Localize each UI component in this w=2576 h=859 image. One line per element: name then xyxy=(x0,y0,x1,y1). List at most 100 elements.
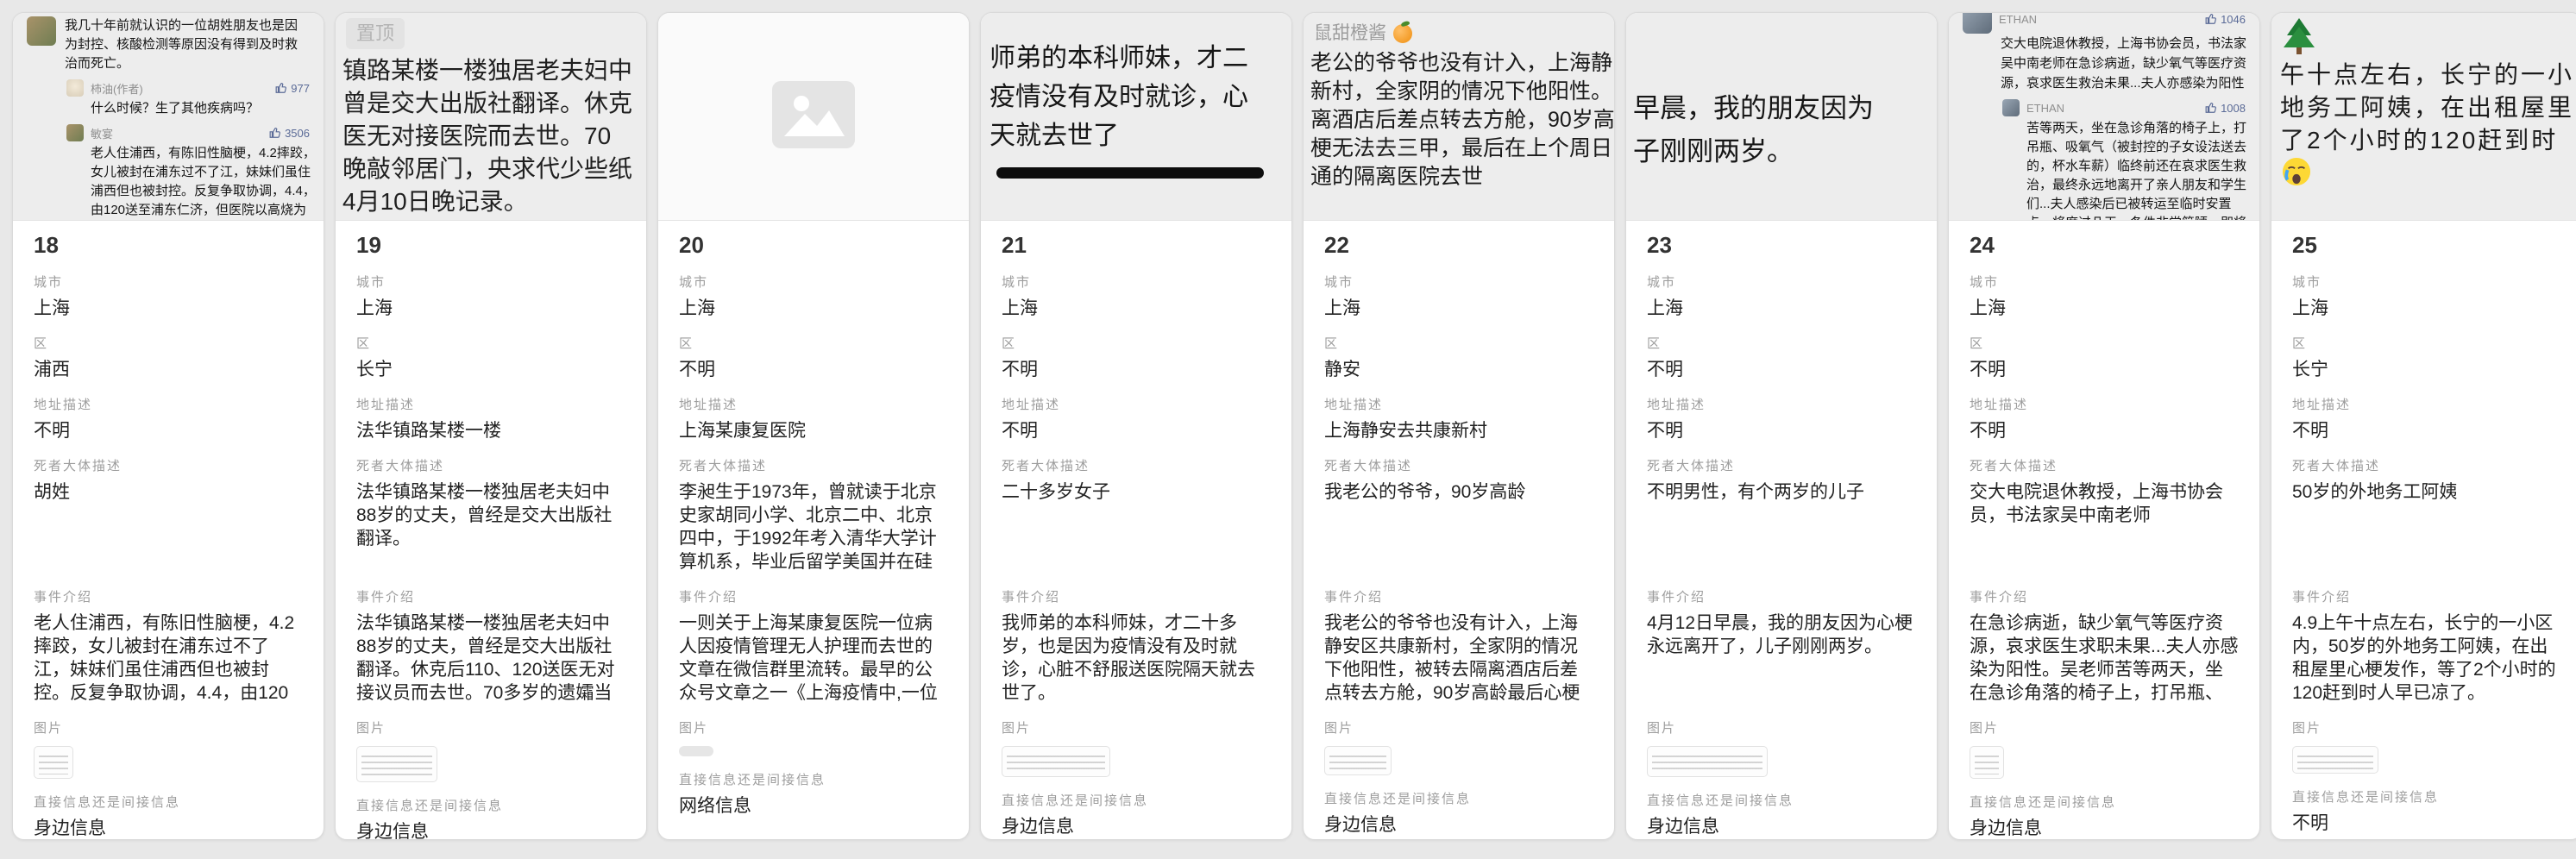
record-card[interactable]: 午十点左右，长宁的一小地务工阿姨，在出租屋里了2个小时的120赶到时25城市上海… xyxy=(2271,12,2576,840)
field-value-address: 上海某康复医院 xyxy=(679,419,948,442)
screenshot-big-text: 师弟的本科师妹，才二疫情没有及时就诊，心天就去世了 xyxy=(981,13,1291,179)
record-card[interactable]: 我几十年前就认识的一位胡姓朋友也是因为封控、核酸检测等原因没有得到及时救治而死亡… xyxy=(12,12,324,840)
field-value-direct: 身边信息 xyxy=(356,820,625,840)
field-label-event: 事件介绍 xyxy=(1324,589,1593,606)
field-label-district: 区 xyxy=(1002,335,1271,353)
field-value-event: 4月12日早晨，我的朋友因为心梗永远离开了，儿子刚刚两岁。 xyxy=(1647,611,1916,705)
record-image-preview[interactable]: 早晨，我的朋友因为子刚刚两岁。 xyxy=(1626,13,1937,221)
field-value-deceased: 胡姓 xyxy=(34,480,303,574)
field-value-address: 法华镇路某楼一楼 xyxy=(356,419,625,442)
field-label-deceased: 死者大体描述 xyxy=(679,458,948,475)
field-label-event: 事件介绍 xyxy=(1647,589,1916,606)
card-number: 20 xyxy=(679,231,948,259)
field-value-event: 我老公的爷爷也没有计入，上海静安区共康新村，全家阴的情况下他阳性，被转去隔离酒店… xyxy=(1324,611,1593,705)
record-image-preview[interactable]: 鼠甜橙酱老公的爷爷也没有计入，上海静新村，全家阴的情况下他阳性。离酒店后差点转去… xyxy=(1304,13,1614,221)
field-label-city: 城市 xyxy=(679,274,948,292)
screenshot-text-line: 了2个小时的120赶到时 xyxy=(2280,124,2576,157)
card-number: 19 xyxy=(356,231,625,259)
crying-face-icon xyxy=(2282,175,2311,190)
record-card[interactable]: 师弟的本科师妹，才二疫情没有及时就诊，心天就去世了21城市上海区不明地址描述不明… xyxy=(980,12,1292,840)
like-count: 3506 xyxy=(269,127,313,140)
attachment-thumbnail[interactable] xyxy=(1647,746,1768,777)
field-label-address: 地址描述 xyxy=(1970,397,2239,414)
attachment-thumbnail[interactable] xyxy=(1002,746,1110,777)
record-image-preview[interactable]: 午十点左右，长宁的一小地务工阿姨，在出租屋里了2个小时的120赶到时 xyxy=(2271,13,2576,221)
attachment-thumbnail[interactable] xyxy=(1970,746,2004,779)
field-value-event: 4.9上午十点左右，长宁的一小区内，50岁的外地务工阿姨，在出租屋里心梗发作，等… xyxy=(2292,611,2561,705)
record-image-preview[interactable]: 置顶镇路某楼一楼独居老夫妇中曾是交大出版社翻译。休克医无对接医院而去世。70晚敲… xyxy=(336,13,646,221)
card-number: 22 xyxy=(1324,231,1593,259)
field-value-direct: 身边信息 xyxy=(1002,815,1271,838)
screenshot-text-line: 午十点左右，长宁的一小 xyxy=(2280,59,2576,91)
field-label-address: 地址描述 xyxy=(1647,397,1916,414)
photo-avatar xyxy=(2002,99,2020,116)
screenshot-pinned-post: 置顶镇路某楼一楼独居老夫妇中曾是交大出版社翻译。休克医无对接医院而去世。70晚敲… xyxy=(336,13,646,218)
reply-text: 苦等两天，坐在急诊角落的椅子上，打吊瓶、吸氧气（被封控的子女设法送去的，杯水车薪… xyxy=(2026,119,2252,221)
thumbs-up-icon xyxy=(2205,13,2217,25)
field-value-deceased: 李昶生于1973年，曾就读于北京史家胡同小学、北京二中、北京四中，于1992年考… xyxy=(679,480,948,574)
comment-text: 交大电院退休教授，上海书协会员，书法家吴中南老师在急诊病逝，缺少氧气等医疗资源，… xyxy=(2001,34,2252,93)
record-image-preview[interactable]: 师弟的本科师妹，才二疫情没有及时就诊，心天就去世了 xyxy=(981,13,1291,221)
field-value-district: 长宁 xyxy=(356,358,625,381)
field-value-event: 在急诊病逝，缺少氧气等医疗资源，哀求医生求职未果...夫人亦感染为阳性。吴老师苦… xyxy=(1970,611,2239,705)
field-label-direct: 直接信息还是间接信息 xyxy=(1324,791,1593,808)
field-value-address: 不明 xyxy=(1970,419,2239,442)
field-label-city: 城市 xyxy=(356,274,625,292)
record-image-preview[interactable]: 我几十年前就认识的一位胡姓朋友也是因为封控、核酸检测等原因没有得到及时救治而死亡… xyxy=(13,13,324,221)
record-image-preview[interactable]: ETHAN1046交大电院退休教授，上海书协会员，书法家吴中南老师在急诊病逝，缺… xyxy=(1949,13,2259,221)
field-value-direct: 身边信息 xyxy=(34,817,303,840)
field-label-deceased: 死者大体描述 xyxy=(34,458,303,475)
screenshot-text-line: 通的隔离医院去世 xyxy=(1310,163,1614,191)
screenshot-text-line: 天就去世了 xyxy=(990,116,1291,155)
screenshot-text-line: 曾是交大出版社翻译。休克 xyxy=(342,87,646,120)
like-count-value: 1046 xyxy=(2221,13,2246,26)
field-label-address: 地址描述 xyxy=(1324,397,1593,414)
attachment-thumbnail[interactable] xyxy=(2292,746,2378,774)
record-card[interactable]: 早晨，我的朋友因为子刚刚两岁。23城市上海区不明地址描述不明死者大体描述不明男性… xyxy=(1625,12,1938,840)
commenter-name: 敏宴 xyxy=(91,125,113,141)
painting-avatar xyxy=(66,124,84,141)
screenshot-text-line: 疫情没有及时就诊，心 xyxy=(990,78,1291,116)
field-value-district: 不明 xyxy=(1647,358,1916,381)
card-number: 21 xyxy=(1002,231,1271,259)
field-label-event: 事件介绍 xyxy=(356,589,625,606)
record-card[interactable]: 20城市上海区不明地址描述上海某康复医院死者大体描述李昶生于1973年，曾就读于… xyxy=(657,12,970,840)
attachment-thumbnail[interactable] xyxy=(679,746,713,756)
card-number: 24 xyxy=(1970,231,2239,259)
orange-icon xyxy=(1393,24,1412,43)
field-value-address: 不明 xyxy=(34,419,303,442)
field-label-address: 地址描述 xyxy=(356,397,625,414)
attachment-thumbnail[interactable] xyxy=(356,746,437,782)
thumbs-up-icon xyxy=(275,82,287,94)
card-number: 23 xyxy=(1647,231,1916,259)
face-avatar xyxy=(66,79,84,97)
field-label-direct: 直接信息还是间接信息 xyxy=(356,798,625,815)
field-value-city: 上海 xyxy=(34,297,303,320)
comment-reply: 敏宴3506老人住浦西，有陈旧性脑梗，4.2摔跤，女儿被封在浦东过不了江，妹妹们… xyxy=(66,124,313,221)
screenshot-text-line: 子刚刚两岁。 xyxy=(1633,130,1937,173)
field-label-event: 事件介绍 xyxy=(1002,589,1271,606)
card-number: 18 xyxy=(34,231,303,259)
record-card[interactable]: 置顶镇路某楼一楼独居老夫妇中曾是交大出版社翻译。休克医无对接医院而去世。70晚敲… xyxy=(335,12,647,840)
field-label-deceased: 死者大体描述 xyxy=(1002,458,1271,475)
field-label-image: 图片 xyxy=(2292,720,2561,737)
field-label-district: 区 xyxy=(1324,335,1593,353)
screenshot-text-line: 地务工阿姨，在出租屋里 xyxy=(2280,91,2576,124)
screenshot-text-line: 师弟的本科师妹，才二 xyxy=(990,39,1291,78)
field-label-image: 图片 xyxy=(1970,720,2239,737)
field-value-deceased: 法华镇路某楼一楼独居老夫妇中88岁的丈夫，曾经是交大出版社翻译。 xyxy=(356,480,625,574)
record-card[interactable]: 鼠甜橙酱老公的爷爷也没有计入，上海静新村，全家阴的情况下他阳性。离酒店后差点转去… xyxy=(1303,12,1615,840)
attachment-thumbnail[interactable] xyxy=(1324,746,1392,775)
record-image-preview[interactable] xyxy=(658,13,969,221)
like-count-value: 3506 xyxy=(285,127,310,140)
like-count: 1046 xyxy=(2205,13,2249,26)
attachment-thumbnail[interactable] xyxy=(34,746,73,779)
field-label-image: 图片 xyxy=(1002,720,1271,737)
record-card[interactable]: ETHAN1046交大电院退休教授，上海书协会员，书法家吴中南老师在急诊病逝，缺… xyxy=(1948,12,2260,840)
gallery: 我几十年前就认识的一位胡姓朋友也是因为封控、核酸检测等原因没有得到及时救治而死亡… xyxy=(0,0,2576,859)
field-label-district: 区 xyxy=(1647,335,1916,353)
field-label-direct: 直接信息还是间接信息 xyxy=(2292,789,2561,806)
field-value-city: 上海 xyxy=(2292,297,2561,320)
field-value-address: 不明 xyxy=(1647,419,1916,442)
painting-avatar xyxy=(27,16,56,46)
